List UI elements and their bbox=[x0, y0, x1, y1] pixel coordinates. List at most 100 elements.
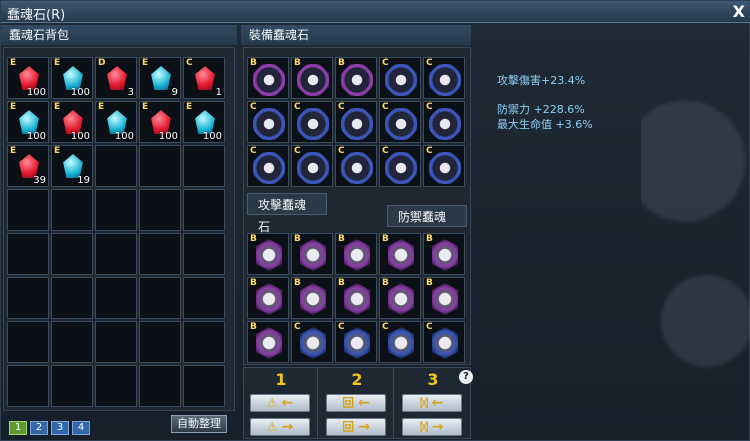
equipped-stone-slot[interactable]: C bbox=[423, 101, 465, 143]
equipped-stone-slot[interactable]: C bbox=[335, 101, 377, 143]
inventory-slot[interactable] bbox=[51, 321, 93, 363]
title-bar[interactable]: 蠢魂石(R) X bbox=[1, 1, 750, 23]
inventory-slot[interactable] bbox=[51, 365, 93, 407]
grade-label: B bbox=[250, 322, 257, 332]
equipped-stone-slot[interactable]: C bbox=[291, 145, 333, 187]
inventory-slot[interactable] bbox=[139, 145, 181, 187]
auto-sort-button[interactable]: 自動整理 bbox=[171, 415, 227, 433]
equipped-stone-slot[interactable]: C bbox=[379, 57, 421, 99]
preset-3-save-button[interactable]: ᛞ → bbox=[402, 418, 462, 436]
equipped-stone-slot[interactable]: C bbox=[379, 145, 421, 187]
preset-1-load-button[interactable]: ⚠ ← bbox=[250, 394, 310, 412]
equipped-stone-slot[interactable]: B bbox=[291, 277, 333, 319]
square-spiral-icon: 回 bbox=[342, 420, 355, 434]
attack-slot-grid: B B B C C C C C C C C C C C C bbox=[247, 57, 465, 187]
page-button-4[interactable]: 4 bbox=[72, 421, 90, 435]
inventory-slot[interactable] bbox=[51, 189, 93, 231]
equipped-stone-slot[interactable]: B bbox=[423, 277, 465, 319]
equipped-stone-slot[interactable]: B bbox=[379, 233, 421, 275]
help-button[interactable]: ? bbox=[459, 370, 473, 384]
inventory-slot[interactable] bbox=[183, 277, 225, 319]
page-button-2[interactable]: 2 bbox=[30, 421, 48, 435]
tab-attack-stones[interactable]: 攻擊蠢魂石 bbox=[247, 193, 327, 234]
inventory-slot[interactable]: E 100 bbox=[95, 101, 137, 143]
red-crystal-icon bbox=[195, 66, 215, 90]
equipped-stone-slot[interactable]: C bbox=[291, 101, 333, 143]
inventory-slot[interactable] bbox=[95, 365, 137, 407]
inventory-slot[interactable] bbox=[51, 277, 93, 319]
quantity-label: 100 bbox=[70, 131, 90, 142]
equipped-stone-slot[interactable]: B bbox=[291, 57, 333, 99]
inventory-slot[interactable] bbox=[95, 277, 137, 319]
inventory-slot[interactable] bbox=[95, 233, 137, 275]
equipped-stone-slot[interactable]: B bbox=[379, 277, 421, 319]
equipped-stone-slot[interactable]: B bbox=[247, 321, 289, 363]
equipped-stone-slot[interactable]: C bbox=[379, 321, 421, 363]
preset-2-save-button[interactable]: 回 → bbox=[326, 418, 386, 436]
inventory-slot[interactable] bbox=[7, 277, 49, 319]
inventory-slot[interactable] bbox=[7, 233, 49, 275]
attack-soul-stone-icon bbox=[253, 152, 285, 184]
inventory-slot[interactable]: E 39 bbox=[7, 145, 49, 187]
inventory-slot[interactable] bbox=[183, 321, 225, 363]
quantity-label: 100 bbox=[158, 131, 178, 142]
equipped-stone-slot[interactable]: C bbox=[423, 57, 465, 99]
inventory-slot[interactable]: E 100 bbox=[51, 57, 93, 99]
inventory-slot[interactable] bbox=[51, 233, 93, 275]
inventory-slot[interactable]: E 100 bbox=[183, 101, 225, 143]
equipped-stone-slot[interactable]: B bbox=[291, 233, 333, 275]
inventory-slot[interactable]: E 19 bbox=[51, 145, 93, 187]
inventory-slot[interactable] bbox=[139, 189, 181, 231]
inventory-slot[interactable] bbox=[139, 365, 181, 407]
grade-label: C bbox=[338, 102, 345, 112]
tab-defense-stones[interactable]: 防禦蠢魂石 bbox=[387, 205, 467, 246]
inventory-slot[interactable] bbox=[183, 189, 225, 231]
preset-3-load-button[interactable]: ᛞ ← bbox=[402, 394, 462, 412]
attack-soul-stone-icon bbox=[385, 108, 417, 140]
equipped-stone-slot[interactable]: B bbox=[247, 233, 289, 275]
inventory-slot[interactable] bbox=[183, 233, 225, 275]
inventory-slot[interactable] bbox=[7, 365, 49, 407]
inventory-slot[interactable] bbox=[139, 277, 181, 319]
equipped-stone-slot[interactable]: B bbox=[247, 277, 289, 319]
preset-1-save-button[interactable]: ⚠ → bbox=[250, 418, 310, 436]
inventory-slot[interactable] bbox=[7, 189, 49, 231]
inventory-slot[interactable]: E 100 bbox=[7, 57, 49, 99]
close-button[interactable]: X bbox=[733, 2, 745, 21]
equipped-stone-slot[interactable]: B bbox=[335, 277, 377, 319]
equipped-stone-slot[interactable]: B bbox=[423, 233, 465, 275]
inventory-slot[interactable] bbox=[7, 321, 49, 363]
defense-slot-grid: B B B B B B B B B B B C C C C bbox=[247, 233, 465, 363]
equipped-stone-slot[interactable]: B bbox=[335, 57, 377, 99]
inventory-slot[interactable] bbox=[95, 321, 137, 363]
inventory-slot[interactable]: C1 bbox=[183, 57, 225, 99]
equipped-stone-slot[interactable]: C bbox=[247, 101, 289, 143]
stat-attack: 攻擊傷害+23.4% bbox=[497, 74, 586, 87]
inventory-slot[interactable]: E 100 bbox=[139, 101, 181, 143]
inventory-slot[interactable] bbox=[95, 189, 137, 231]
equipped-stone-slot[interactable]: B bbox=[247, 57, 289, 99]
equipped-stone-slot[interactable]: C bbox=[423, 145, 465, 187]
inventory-slot[interactable]: D3 bbox=[95, 57, 137, 99]
inventory-slot[interactable] bbox=[139, 233, 181, 275]
page-button-1[interactable]: 1 bbox=[9, 421, 27, 435]
inventory-slot[interactable]: E9 bbox=[139, 57, 181, 99]
equipped-stone-slot[interactable]: C bbox=[335, 145, 377, 187]
inventory-slot[interactable] bbox=[95, 145, 137, 187]
inventory-slot[interactable] bbox=[183, 145, 225, 187]
inventory-slot[interactable] bbox=[139, 321, 181, 363]
inventory-slot[interactable]: E 100 bbox=[7, 101, 49, 143]
equipped-stone-slot[interactable]: B bbox=[335, 233, 377, 275]
inventory-slot[interactable]: E 100 bbox=[51, 101, 93, 143]
equipped-stone-slot[interactable]: C bbox=[423, 321, 465, 363]
equipped-stone-slot[interactable]: C bbox=[291, 321, 333, 363]
quantity-label: 1 bbox=[215, 87, 222, 98]
equipped-stone-slot[interactable]: C bbox=[379, 101, 421, 143]
blue-crystal-icon bbox=[151, 66, 171, 90]
equipped-stone-slot[interactable]: C bbox=[247, 145, 289, 187]
page-button-3[interactable]: 3 bbox=[51, 421, 69, 435]
background-decoration bbox=[641, 41, 750, 441]
equipped-stone-slot[interactable]: C bbox=[335, 321, 377, 363]
preset-2-load-button[interactable]: 回 ← bbox=[326, 394, 386, 412]
inventory-slot[interactable] bbox=[183, 365, 225, 407]
